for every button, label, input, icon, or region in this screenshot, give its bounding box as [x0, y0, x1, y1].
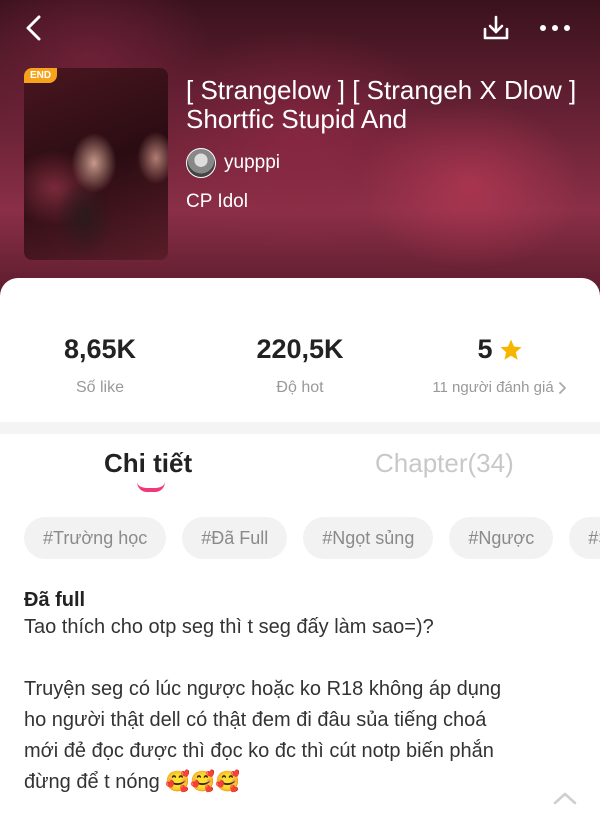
tag-chip[interactable]: #Ngọt sủng: [303, 517, 434, 559]
tag-chip[interactable]: #Trường học: [24, 517, 167, 559]
rating-stat[interactable]: 5 11 người đánh giá: [400, 300, 600, 420]
tab-bar: Chi tiết Chapter(34): [0, 434, 600, 504]
section-divider: [0, 422, 600, 434]
back-button[interactable]: [16, 10, 52, 46]
story-category[interactable]: CP Idol: [186, 191, 248, 213]
star-icon: [499, 339, 522, 360]
description: Đã full Tao thích cho otp seg thì t seg …: [24, 588, 576, 798]
avatar[interactable]: [186, 148, 216, 178]
description-line: mới đẻ đọc được thì đọc ko đc thì cút no…: [24, 740, 494, 762]
more-dots-icon: [540, 25, 570, 31]
description-line: đừng để t nóng 🥰🥰🥰: [24, 771, 240, 793]
likes-count: 8,65K: [63, 334, 137, 364]
cover-image: [24, 68, 168, 260]
likes-stat: 8,65K Số like: [0, 300, 200, 420]
likes-label: Số like: [75, 379, 125, 396]
author-name[interactable]: yupppi: [224, 152, 280, 174]
chevron-up-icon: [553, 792, 577, 805]
tab-chapter[interactable]: Chapter(34): [375, 448, 514, 479]
tag-list: #Trường học #Đã Full #Ngọt sủng #Ngược #…: [24, 517, 600, 559]
active-tab-indicator: [137, 482, 165, 492]
chevron-left-icon: [26, 15, 41, 41]
tab-detail[interactable]: Chi tiết: [104, 448, 192, 479]
tag-chip[interactable]: #Đã Full: [182, 517, 288, 559]
description-line: Tao thích cho otp seg thì t seg đấy làm …: [24, 616, 434, 638]
chevron-right-icon: [558, 381, 566, 394]
story-title: [ Strangelow ] [ Strangeh X Dlow ] Short…: [186, 76, 577, 134]
more-button[interactable]: [537, 10, 573, 46]
hot-stat: 220,5K Độ hot: [200, 300, 400, 420]
collapse-button[interactable]: [550, 788, 580, 812]
stats-row: 8,65K Số like 220,5K Độ hot 5 11 người đ…: [0, 300, 600, 420]
download-button[interactable]: [478, 10, 514, 46]
tag-chip[interactable]: #Ngược: [449, 517, 554, 559]
download-icon: [483, 15, 509, 40]
hot-label: Độ hot: [276, 379, 324, 396]
description-heading: Đã full: [24, 589, 86, 611]
rating-label: 11 người đánh giá: [432, 379, 554, 396]
story-detail-page: END [ Strangelow ] [ Strangeh X Dlow ] S…: [0, 0, 600, 827]
author-row[interactable]: yupppi: [186, 148, 280, 178]
description-line: ho người thật dell có thật đem đi đâu sủ…: [24, 709, 487, 731]
end-badge: END: [24, 68, 58, 83]
rating-value: 5: [477, 334, 493, 364]
description-line: Truyện seg có lúc ngược hoặc ko R18 khôn…: [24, 678, 502, 700]
hot-count: 220,5K: [256, 334, 344, 364]
tag-chip[interactable]: #Sh: [569, 517, 600, 559]
